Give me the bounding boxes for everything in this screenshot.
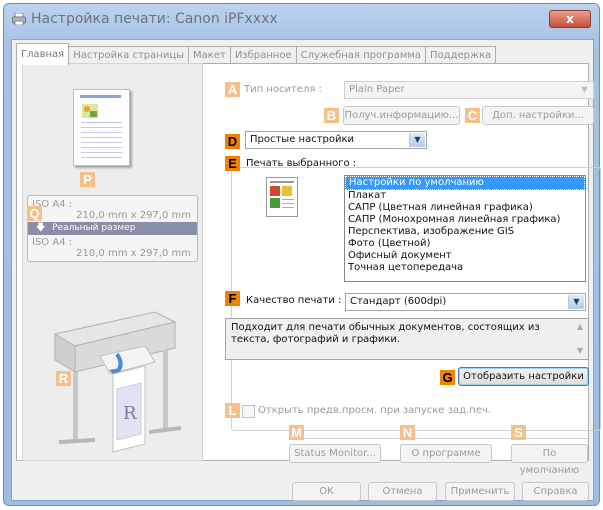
list-item[interactable]: Офисный документ xyxy=(345,250,585,262)
document-preview-icon xyxy=(266,177,298,217)
chevron-down-icon: ▼ xyxy=(409,133,425,147)
tab-strip: Главная Настройка страницы Макет Избранн… xyxy=(16,43,497,65)
callout-q: Q xyxy=(27,206,42,221)
scale-label: Реальный размер xyxy=(52,223,136,233)
window-title: Настройка печати: Canon iPFxxxx xyxy=(31,11,278,27)
list-item[interactable]: Настройки по умолчанию xyxy=(345,176,585,190)
apply-button[interactable]: Применить xyxy=(445,482,515,501)
tab-main[interactable]: Главная xyxy=(16,43,70,65)
list-item[interactable]: Точная цетопередача xyxy=(345,262,585,274)
show-settings-button[interactable]: Отобразить настройки xyxy=(458,367,589,386)
callout-c: C xyxy=(465,108,480,123)
callout-b: B xyxy=(324,108,339,123)
cancel-button[interactable]: Отмена xyxy=(368,482,437,501)
callout-g: G xyxy=(440,370,455,385)
size-info-box: ISO A4 : 210,0 mm x 297,0 mm 🡇 Реальный … xyxy=(27,195,198,262)
media-type-select[interactable]: Plain Paper ▼ xyxy=(344,81,594,99)
callout-s: S xyxy=(511,425,526,440)
page-preview xyxy=(73,89,130,166)
callout-d: D xyxy=(225,134,240,149)
dialog-client-area: Главная Настройка страницы Макет Избранн… xyxy=(11,39,601,501)
close-button[interactable]: x xyxy=(549,10,591,28)
printer-icon xyxy=(12,13,26,25)
media-type-value: Plain Paper xyxy=(349,84,405,95)
print-quality-value: Стандарт (600dpi) xyxy=(350,296,447,307)
chevron-up-icon[interactable]: ▲ xyxy=(574,321,586,333)
status-monitor-button[interactable]: Status Monitor... xyxy=(289,444,381,463)
list-item[interactable]: Фото (Цветной) xyxy=(345,238,585,250)
output-size-dims: 210,0 mm x 297,0 mm xyxy=(76,248,191,259)
mode-select-value: Простые настройки xyxy=(250,134,355,145)
scale-band: 🡇 Реальный размер xyxy=(28,222,197,235)
description-scrollbar[interactable]: ▲ ▼ xyxy=(573,320,587,358)
svg-text:R: R xyxy=(123,403,137,424)
defaults-button[interactable]: По умолчанию xyxy=(511,444,588,476)
ok-button[interactable]: OK xyxy=(292,482,361,501)
callout-r: R xyxy=(56,371,71,386)
print-quality-label: Качество печати : xyxy=(246,295,342,306)
down-arrow-icon: 🡇 xyxy=(36,223,46,233)
callout-n: N xyxy=(400,425,415,440)
print-target-list[interactable]: Настройки по умолчанию Плакат САПР (Цвет… xyxy=(344,175,586,282)
title-bar[interactable]: Настройка печати: Canon iPFxxxx x xyxy=(4,4,599,34)
list-item[interactable]: Перспектива, изображение GIS xyxy=(345,226,585,238)
list-item[interactable]: Плакат xyxy=(345,190,585,202)
output-size-label: ISO A4 : xyxy=(32,237,73,248)
chevron-down-icon: ▼ xyxy=(568,295,584,309)
print-settings-window: Настройка печати: Canon iPFxxxx x Главна… xyxy=(3,3,601,506)
callout-e: E xyxy=(225,156,240,171)
source-size-dims: 210,0 mm x 297,0 mm xyxy=(76,210,191,221)
advanced-settings-button[interactable]: Доп. настройки... xyxy=(482,106,594,125)
mode-select[interactable]: Простые настройки ▼ xyxy=(245,131,427,149)
about-button[interactable]: О программе xyxy=(400,444,492,463)
chevron-down-icon: ▼ xyxy=(577,83,592,97)
print-target-label: Печать выбранного : xyxy=(246,158,357,169)
list-item[interactable]: САПР (Цветная линейная графика) xyxy=(345,202,585,214)
chevron-down-icon[interactable]: ▼ xyxy=(574,345,586,357)
callout-a: A xyxy=(225,82,240,97)
photo-thumbnail-icon xyxy=(82,104,98,118)
get-info-button[interactable]: Получ.информацию... xyxy=(343,106,460,125)
media-type-label: Тип носителя : xyxy=(244,84,322,95)
callout-m: M xyxy=(289,425,304,440)
open-preview-label: Открыть предв.просм. при запуске зад.печ… xyxy=(258,405,491,416)
description-box: Подходит для печати обычных документов, … xyxy=(225,318,589,360)
print-quality-select[interactable]: Стандарт (600dpi) ▼ xyxy=(345,293,586,311)
list-item[interactable]: САПР (Монохромная линейная графика) xyxy=(345,214,585,226)
open-preview-checkbox[interactable] xyxy=(242,405,255,418)
divider xyxy=(302,438,588,439)
callout-l: L xyxy=(225,403,240,418)
callout-p: P xyxy=(80,172,95,187)
callout-f: F xyxy=(225,291,240,306)
description-text: Подходит для печати обычных документов, … xyxy=(231,322,540,345)
preview-panel: P ISO A4 : 210,0 mm x 297,0 mm 🡇 Реальны… xyxy=(22,63,203,461)
help-button[interactable]: Справка xyxy=(522,482,589,501)
